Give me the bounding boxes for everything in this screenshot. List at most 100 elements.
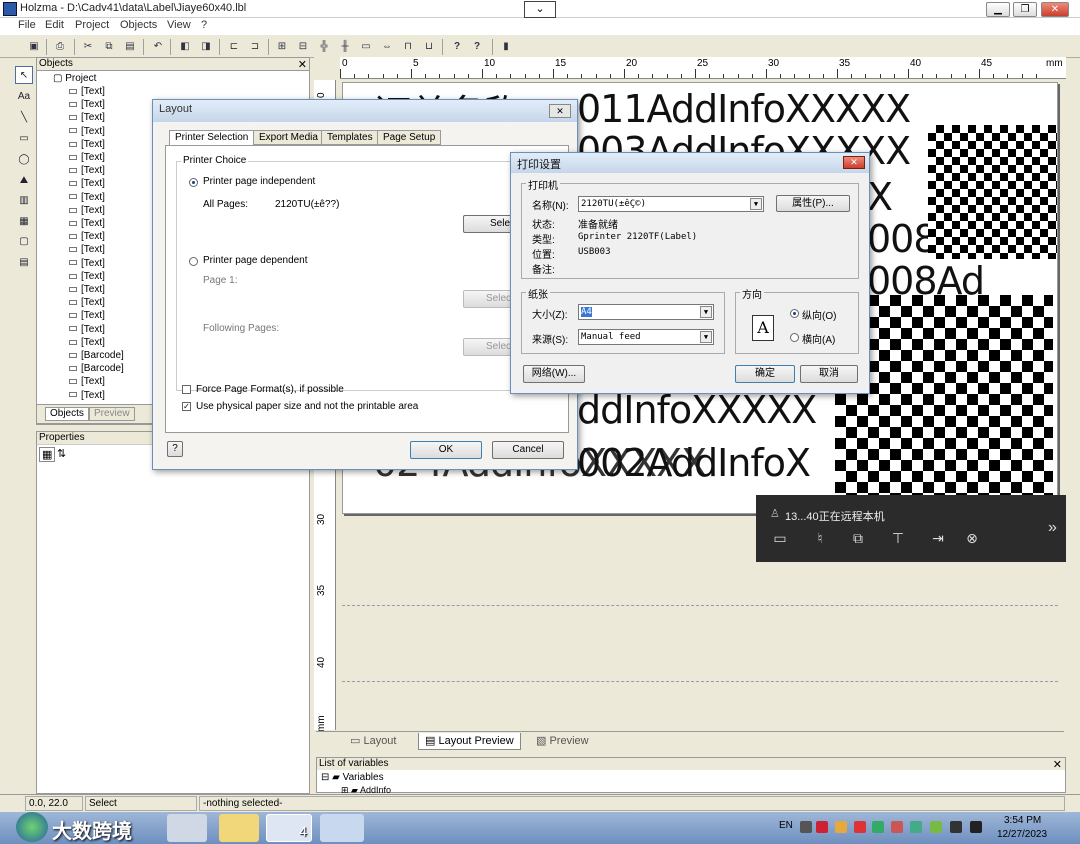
- radio-landscape[interactable]: [790, 333, 799, 342]
- table-tool-icon[interactable]: ▦: [15, 213, 33, 231]
- label-text-line-1[interactable]: 011AddInfoXXXXX: [577, 87, 911, 131]
- tree-root-project[interactable]: ▢ Project: [53, 73, 96, 84]
- taskbar-holzma-icon[interactable]: 4: [266, 814, 312, 842]
- force-format-checkbox[interactable]: [182, 385, 191, 394]
- context-help-icon[interactable]: ?: [469, 39, 485, 55]
- layout-cancel-button[interactable]: Cancel: [492, 441, 564, 459]
- image-tool-icon[interactable]: ⛰: [15, 172, 33, 190]
- tray-app-icon[interactable]: [872, 821, 884, 833]
- label-text-line-4[interactable]: 008: [867, 217, 938, 261]
- file-transfer-icon[interactable]: ⇥: [928, 530, 948, 548]
- menu-help[interactable]: ?: [201, 19, 207, 31]
- screen-control-icon[interactable]: ⧉: [848, 530, 868, 548]
- tab-export-media[interactable]: Export Media: [253, 130, 324, 145]
- print-icon[interactable]: ⎙: [52, 39, 68, 55]
- tab-printer-selection[interactable]: Printer Selection: [169, 130, 255, 146]
- tab-layout[interactable]: ▭ Layout: [344, 733, 402, 750]
- close-button[interactable]: ✕: [1041, 2, 1069, 17]
- paste-icon[interactable]: ▤: [122, 39, 138, 55]
- field-tool-icon[interactable]: ▤: [15, 254, 33, 272]
- minimize-button[interactable]: ▁: [986, 2, 1010, 17]
- ungroup-icon[interactable]: ◨: [198, 39, 214, 55]
- tray-volume-icon[interactable]: [970, 821, 982, 833]
- tree-item[interactable]: [Text]: [69, 99, 105, 110]
- tree-item[interactable]: [Text]: [69, 390, 105, 401]
- tree-item[interactable]: [Text]: [69, 376, 105, 387]
- clock-time[interactable]: 3:54 PM: [1004, 815, 1041, 826]
- tree-item[interactable]: [Text]: [69, 192, 105, 203]
- tree-item[interactable]: [Text]: [69, 324, 105, 335]
- menu-edit[interactable]: Edit: [45, 19, 64, 31]
- tree-item[interactable]: [Text]: [69, 86, 105, 97]
- tree-item[interactable]: [Barcode]: [69, 350, 124, 361]
- tree-item[interactable]: [Text]: [69, 112, 105, 123]
- frame-tool-icon[interactable]: ▢: [15, 233, 33, 251]
- objects-close-icon[interactable]: ✕: [298, 58, 307, 71]
- copy-icon[interactable]: ⧉: [101, 39, 117, 55]
- print-cancel-button[interactable]: 取消: [800, 365, 858, 383]
- tree-item[interactable]: [Text]: [69, 258, 105, 269]
- align-left-icon[interactable]: ⊏: [226, 39, 242, 55]
- text-tool-icon[interactable]: Aa: [15, 88, 33, 106]
- tree-item[interactable]: [Text]: [69, 139, 105, 150]
- tree-item[interactable]: [Text]: [69, 231, 105, 242]
- pin-icon[interactable]: ▮: [498, 39, 514, 55]
- line-tool-icon[interactable]: ╲: [15, 109, 33, 127]
- remote-collapse-button[interactable]: ⌄: [524, 1, 556, 18]
- radio-printer-dependent[interactable]: [189, 257, 198, 266]
- barcode-tool-icon[interactable]: ▥: [15, 192, 33, 210]
- distribute-v-icon[interactable]: ⊟: [295, 39, 311, 55]
- size-icon[interactable]: ▭: [358, 39, 374, 55]
- variable-addinfo[interactable]: ⊞ ▰ AddInfo: [341, 785, 391, 793]
- tab-page-setup[interactable]: Page Setup: [377, 130, 442, 145]
- tree-item[interactable]: [Text]: [69, 152, 105, 163]
- tab-preview[interactable]: Preview: [89, 407, 135, 421]
- label-text-line-3[interactable]: X: [867, 175, 893, 219]
- label-text-line-8[interactable]: 002AddInfoX: [577, 441, 811, 485]
- tab-preview-view[interactable]: ▧ Preview: [530, 733, 595, 750]
- tray-app-icon[interactable]: [910, 821, 922, 833]
- physical-paper-checkbox[interactable]: ✓: [182, 402, 191, 411]
- start-button[interactable]: [16, 812, 48, 842]
- tray-app-icon[interactable]: [854, 821, 866, 833]
- taskbar-calculator-icon[interactable]: [167, 814, 207, 842]
- clock-date[interactable]: 12/27/2023: [997, 829, 1047, 840]
- paper-source-select[interactable]: Manual feed ▼: [578, 329, 714, 345]
- tree-item[interactable]: [Barcode]: [69, 363, 124, 374]
- same-width-icon[interactable]: ⇔: [379, 39, 395, 55]
- distribute-h-icon[interactable]: ⊞: [274, 39, 290, 55]
- qr-code-top[interactable]: [928, 125, 1057, 259]
- tree-item[interactable]: [Text]: [69, 165, 105, 176]
- menu-file[interactable]: File: [18, 19, 36, 31]
- maximize-button[interactable]: ❐: [1013, 2, 1037, 17]
- align-right-icon[interactable]: ⊐: [247, 39, 263, 55]
- tree-item[interactable]: [Text]: [69, 310, 105, 321]
- tree-item[interactable]: [Text]: [69, 218, 105, 229]
- tray-app-icon[interactable]: [891, 821, 903, 833]
- help-icon[interactable]: ?: [449, 39, 465, 55]
- variables-close-icon[interactable]: ✕: [1053, 758, 1062, 771]
- printer-properties-button[interactable]: 属性(P)...: [776, 195, 850, 212]
- menu-view[interactable]: View: [167, 19, 191, 31]
- tree-item[interactable]: [Text]: [69, 337, 105, 348]
- printer-name-select[interactable]: 2120TU(±êÇ©) ▼: [578, 196, 764, 212]
- space-v-icon[interactable]: ╫: [337, 39, 353, 55]
- remote-expand-icon[interactable]: »: [1048, 519, 1057, 537]
- tree-item[interactable]: [Text]: [69, 284, 105, 295]
- space-h-icon[interactable]: ╬: [316, 39, 332, 55]
- tree-item[interactable]: [Text]: [69, 297, 105, 308]
- ellipse-tool-icon[interactable]: ◯: [15, 151, 33, 169]
- tree-item[interactable]: [Text]: [69, 205, 105, 216]
- layout-help-button[interactable]: ?: [167, 441, 183, 457]
- print-ok-button[interactable]: 确定: [735, 365, 795, 383]
- network-button[interactable]: 网络(W)...: [523, 365, 585, 383]
- tray-app-icon[interactable]: [835, 821, 847, 833]
- tree-item[interactable]: [Text]: [69, 271, 105, 282]
- tab-objects[interactable]: Objects: [45, 407, 89, 421]
- tray-language[interactable]: EN: [779, 820, 793, 831]
- tree-item[interactable]: [Text]: [69, 126, 105, 137]
- select-tool-icon[interactable]: ↖: [15, 66, 33, 84]
- microphone-icon[interactable]: ♮: [810, 530, 830, 548]
- disconnect-icon[interactable]: ⊗: [962, 530, 982, 548]
- menu-project[interactable]: Project: [75, 19, 109, 31]
